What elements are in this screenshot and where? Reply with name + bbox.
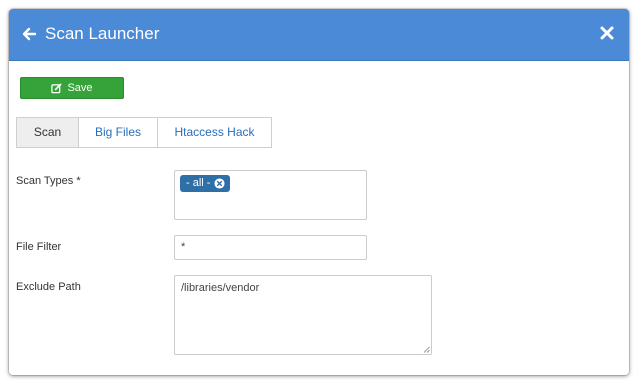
resize-handle-icon[interactable] [423,346,430,353]
dialog-title: Scan Launcher [45,24,160,43]
scan-launcher-dialog: Scan Launcher Save Scan Big Files Htacce… [9,9,629,375]
tag-label: - all - [186,177,211,189]
tab-htaccess-hack[interactable]: Htaccess Hack [158,118,271,147]
file-filter-input[interactable]: * [174,235,367,260]
scan-types-select[interactable]: - all - [174,170,367,220]
scan-types-label: Scan Types * [16,175,81,187]
selected-tag-all: - all - [180,175,231,192]
tab-big-files[interactable]: Big Files [79,118,158,147]
exclude-path-value: /libraries/vendor [181,282,260,294]
arrow-left-icon[interactable] [21,26,37,42]
exclude-path-textarea[interactable]: /libraries/vendor [174,275,432,355]
save-button-label: Save [67,82,93,94]
file-filter-label: File Filter [16,241,62,253]
dialog-body: Save Scan Big Files Htaccess Hack Scan T… [9,61,629,375]
save-button[interactable]: Save [20,77,124,99]
dialog-header: Scan Launcher [9,9,629,61]
tab-bar: Scan Big Files Htaccess Hack [16,117,272,148]
tab-scan[interactable]: Scan [17,118,79,147]
edit-square-icon [51,83,62,93]
exclude-path-label: Exclude Path [16,281,81,293]
remove-circle-icon[interactable] [214,178,225,189]
close-icon[interactable] [599,25,615,41]
